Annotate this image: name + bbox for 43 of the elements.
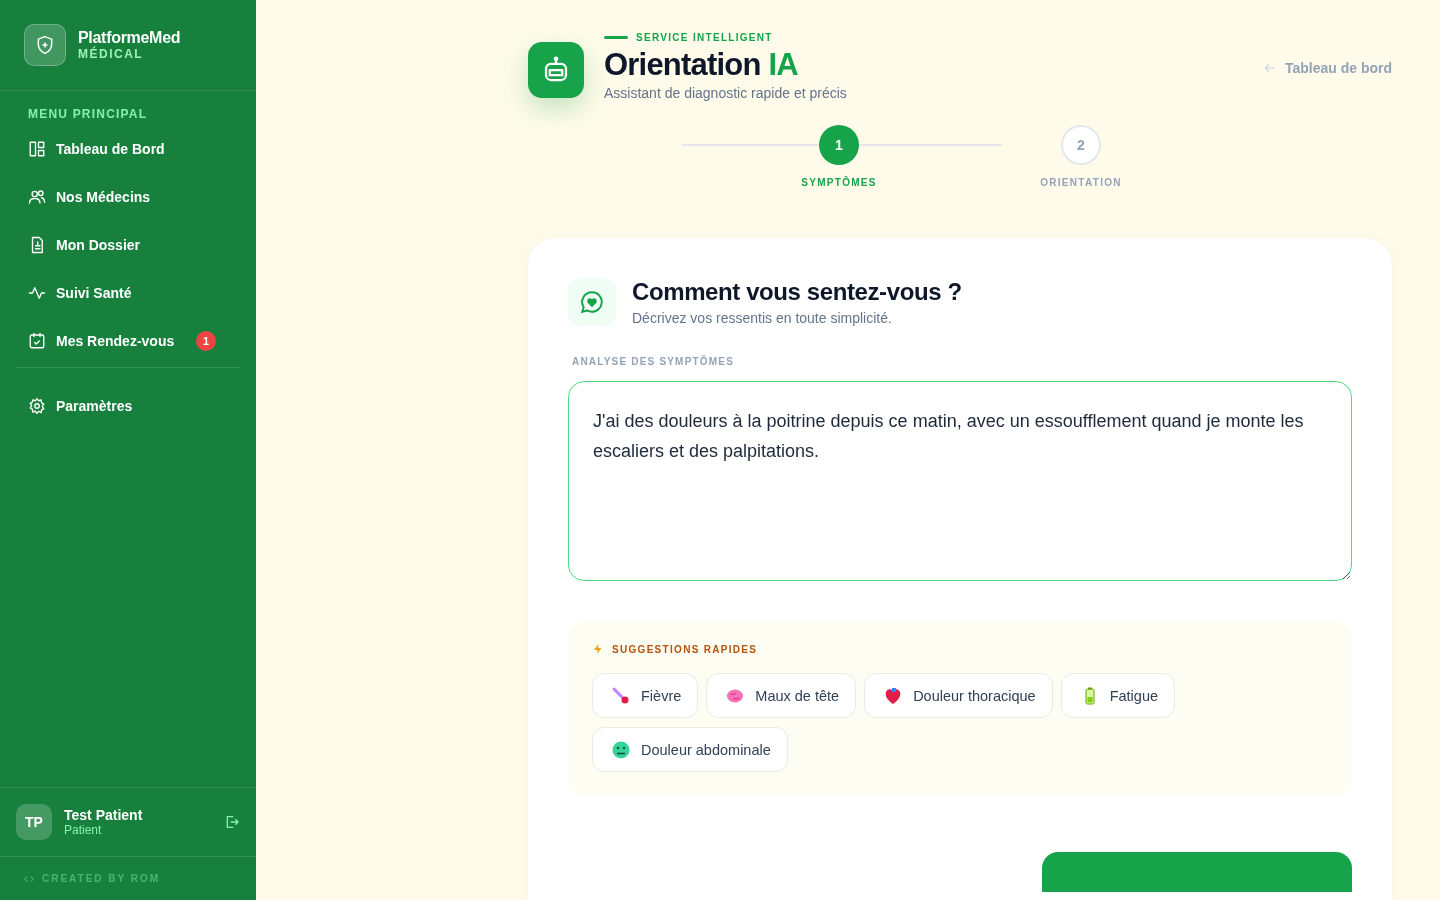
logo-icon — [24, 24, 66, 66]
code-icon — [24, 873, 34, 884]
sidebar-item[interactable]: Nos Médecins — [16, 173, 240, 221]
field-label: ANALYSE DES SYMPTÔMES — [571, 356, 736, 367]
robot-icon — [528, 42, 584, 98]
logout-icon[interactable] — [224, 814, 240, 830]
section-title: MENU PRINCIPAL — [27, 106, 149, 123]
suggestions-title: SUGGESTIONS RAPIDES — [612, 643, 758, 655]
suggestion-chip[interactable]: Douleur abdominale — [592, 727, 788, 772]
sidebar-item[interactable]: Tableau de Bord — [16, 125, 240, 173]
page-subtitle: Assistant de diagnostic rapide et précis — [604, 85, 847, 101]
arrow-left-icon — [1262, 61, 1277, 75]
user-avatar: TP — [16, 804, 52, 840]
step-label: SYMPTÔMES — [801, 177, 877, 188]
card-title: Comment vous sentez-vous ? — [632, 278, 962, 306]
step-circle: 1 — [819, 125, 859, 165]
suggestion-chip[interactable]: Fatigue — [1060, 673, 1176, 718]
symptoms-field[interactable]: J'ai des douleurs à la poitrine depuis ce matin, avec un essoufflement quand je monte les escaliers et des palpitations. — [568, 381, 1352, 581]
thermometer-icon — [611, 685, 631, 706]
notification-badge: 1 — [196, 331, 216, 351]
users-icon — [28, 188, 46, 206]
lightning-icon — [592, 643, 604, 655]
card-subtitle: Décrivez vos ressentis en toute simplicité. — [632, 310, 893, 326]
user-role: Patient — [64, 823, 103, 837]
sidebar-item[interactable]: Suivi Santé — [16, 269, 240, 317]
eyebrow-label: SERVICE INTELLIGENT — [636, 32, 773, 43]
sick-face-icon — [611, 739, 631, 760]
suggestion-chip[interactable]: Maux de tête — [706, 673, 857, 718]
suggestion-chip[interactable]: Fièvre — [592, 673, 699, 718]
suggestion-chip[interactable]: Douleur thoracique — [864, 673, 1053, 718]
user-name: Test Patient — [64, 807, 144, 823]
pulse-icon — [28, 284, 46, 302]
sidebar-item[interactable]: Paramètres — [16, 382, 240, 430]
gear-icon — [28, 397, 46, 415]
step-label: ORIENTATION — [1040, 177, 1122, 188]
page-title: Orientation IA — [604, 47, 799, 83]
sidebar-item[interactable]: Mon Dossier — [16, 221, 240, 269]
calendar-icon — [28, 332, 46, 350]
sidebar-item[interactable]: Mes Rendez-vous 1 — [16, 317, 240, 365]
layout-icon — [28, 140, 46, 158]
step-circle: 2 — [1061, 125, 1101, 165]
brand-subtitle: MÉDICAL — [78, 47, 145, 61]
brand-name: PlatformeMed — [78, 29, 181, 46]
